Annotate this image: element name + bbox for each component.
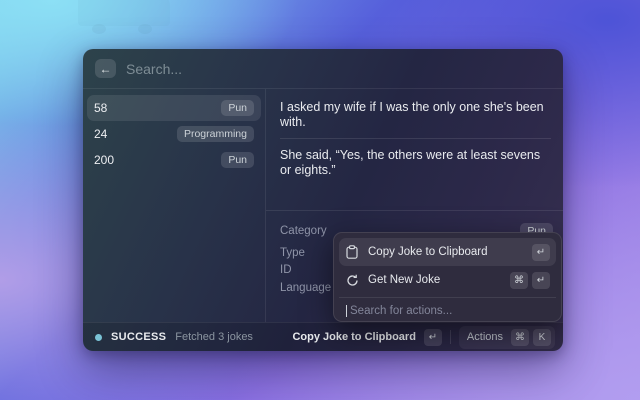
background-watermark-vehicle	[78, 0, 173, 34]
metadata-label: Category	[280, 225, 327, 237]
joke-content: I asked my wife if I was the only one sh…	[266, 89, 563, 210]
joke-setup: I asked my wife if I was the only one sh…	[280, 100, 544, 129]
action-search-row[interactable]: Search for actions...	[339, 297, 556, 324]
list-item[interactable]: 24 Programming	[87, 121, 261, 147]
primary-action-button[interactable]: Copy Joke to Clipboard	[292, 331, 415, 343]
cmd-key-badge: ⌘	[510, 271, 528, 289]
search-input[interactable]: Search...	[126, 61, 182, 77]
header: ← Search...	[83, 49, 563, 89]
metadata-label: ID	[280, 264, 292, 276]
back-button[interactable]: ←	[95, 59, 116, 78]
return-key-badge: ↵	[423, 328, 442, 346]
return-key-badge: ↵	[532, 271, 550, 289]
category-badge: Programming	[176, 126, 254, 142]
cmd-key-badge: ⌘	[511, 328, 529, 346]
joke-id: 58	[94, 101, 108, 115]
action-item-get-new-joke[interactable]: Get New Joke ⌘ ↵	[339, 266, 556, 294]
return-key-badge: ↵	[532, 243, 550, 261]
actions-button[interactable]: Actions ⌘ K	[458, 325, 555, 349]
metadata-label: Type	[280, 247, 305, 259]
list-item[interactable]: 200 Pun	[87, 147, 261, 173]
arrow-left-icon: ←	[99, 61, 112, 76]
status-label: SUCCESS	[111, 331, 167, 343]
action-item-copy-joke[interactable]: Copy Joke to Clipboard ↵	[339, 238, 556, 266]
list-item[interactable]: 58 Pun	[87, 95, 261, 121]
joke-id: 24	[94, 127, 108, 141]
category-badge: Pun	[221, 100, 254, 116]
status-message: Fetched 3 jokes	[175, 331, 253, 343]
metadata-label: Language	[280, 282, 332, 294]
k-key-badge: K	[533, 328, 551, 346]
actions-label: Actions	[466, 331, 503, 343]
joke-list: 58 Pun 24 Programming 200 Pun	[83, 89, 266, 322]
refresh-icon	[345, 273, 359, 287]
action-label: Get New Joke	[368, 274, 441, 286]
status-dot-icon	[95, 333, 102, 341]
action-label: Copy Joke to Clipboard	[368, 246, 488, 258]
joke-punchline: She said, “Yes, the others were at least…	[280, 148, 541, 177]
clipboard-icon	[345, 245, 359, 259]
status-bar: SUCCESS Fetched 3 jokes Copy Joke to Cli…	[83, 322, 563, 351]
action-search-input: Search for actions...	[350, 305, 453, 317]
action-panel: Copy Joke to Clipboard ↵ Get New Joke ⌘ …	[333, 232, 562, 322]
divider	[280, 138, 551, 139]
launcher-window: ← Search... 58 Pun 24 Programming 200 Pu…	[83, 49, 563, 351]
text-caret	[346, 305, 347, 317]
category-badge: Pun	[221, 152, 254, 168]
joke-id: 200	[94, 153, 115, 167]
divider	[449, 330, 451, 344]
